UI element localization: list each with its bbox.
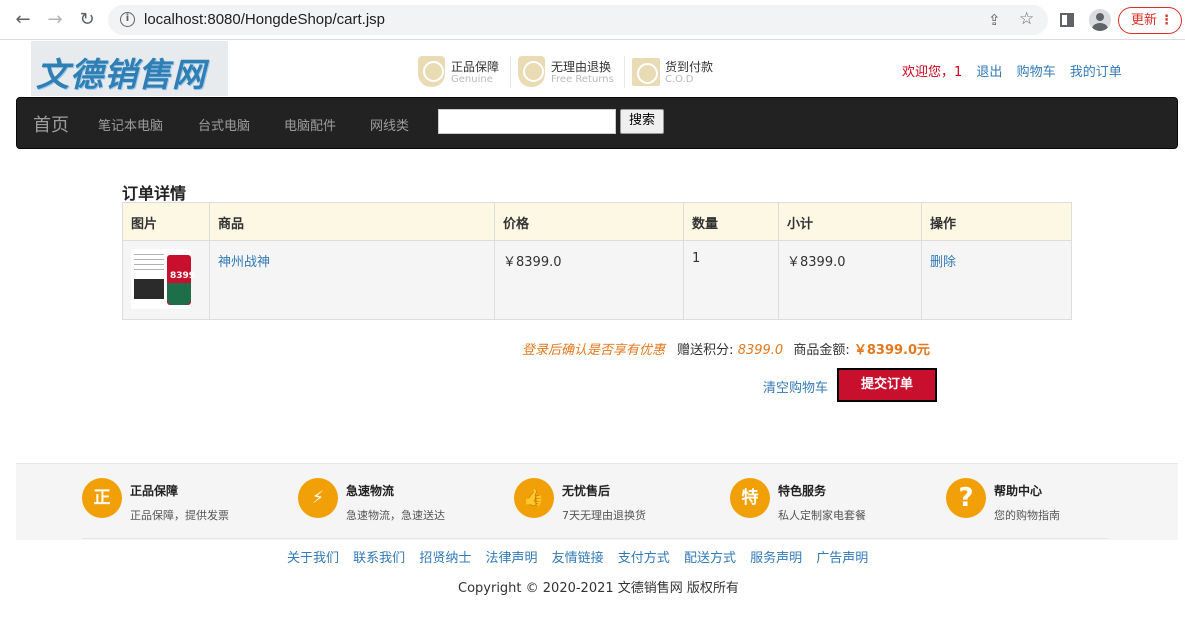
nav-item-desktops[interactable]: 台式电脑	[198, 115, 250, 134]
thumbs-up-icon: 👍	[514, 478, 554, 518]
table-row: 8399 神州战神 ￥8399.0 1 ￥8399.0 删除	[122, 240, 1072, 320]
update-label: 更新	[1131, 13, 1158, 28]
cart-table: 图片 商品 价格 数量 小计 操作 8399 神州战神 ￥8399.0 1 ￥8…	[122, 202, 1072, 320]
product-image-cell: 8399	[122, 240, 210, 320]
footer-link-careers[interactable]: 招贤纳士	[419, 551, 471, 566]
footer-link-about[interactable]: 关于我们	[287, 551, 339, 566]
logout-link[interactable]: 退出	[976, 65, 1002, 80]
promise-title: 无理由退换	[551, 60, 612, 74]
logo-text: 文德销售网	[36, 55, 206, 94]
update-button[interactable]: 更新 ⋮	[1118, 7, 1182, 34]
column-header-quantity: 数量	[683, 202, 779, 241]
feature-desc: 正品保障，提供发票	[130, 509, 229, 522]
cod-icon	[632, 58, 660, 86]
footer-link-delivery[interactable]: 配送方式	[684, 551, 736, 566]
promise-subtitle: Genuine	[451, 74, 493, 85]
order-summary: 登录后确认是否享有优惠 赠送积分: 8399.0 商品金额: ￥8399.0元	[522, 339, 930, 358]
genuine-icon: 正	[82, 478, 122, 518]
nav-item-cables[interactable]: 网线类	[370, 115, 409, 134]
column-header-price: 价格	[494, 202, 684, 241]
reload-icon[interactable]: ↻	[76, 10, 98, 32]
column-header-product: 商品	[209, 202, 495, 241]
search-button[interactable]: 搜索	[620, 109, 664, 134]
divider	[624, 56, 625, 88]
url-text[interactable]: localhost:8080/HongdeShop/cart.jsp	[144, 11, 385, 28]
promise-subtitle: Free Returns	[551, 74, 614, 85]
feature-desc: 急速物流，急速送达	[346, 509, 445, 522]
submit-order-button[interactable]: 提交订单	[837, 368, 937, 402]
search-input[interactable]	[438, 109, 616, 134]
forward-arrow-icon[interactable]: →	[44, 10, 66, 32]
feature-title: 正品保障	[130, 484, 179, 498]
column-header-subtotal: 小计	[778, 202, 922, 241]
service-features: 正 正品保障 正品保障，提供发票 ⚡ 急速物流 急速物流，急速送达 👍 无忧售后…	[16, 463, 1178, 540]
feature-desc: 私人定制家电套餐	[778, 509, 866, 522]
footer-link-service[interactable]: 服务声明	[750, 551, 802, 566]
footer-link-contact[interactable]: 联系我们	[353, 551, 405, 566]
bookmark-star-icon[interactable]: ☆	[1019, 9, 1034, 29]
footer-link-payment[interactable]: 支付方式	[618, 551, 670, 566]
copyright-text: Copyright © 2020-2021 文德销售网 版权所有	[458, 581, 739, 596]
product-link[interactable]: 神州战神	[218, 255, 270, 270]
address-bar[interactable]: i localhost:8080/HongdeShop/cart.jsp ⇪ ☆	[108, 5, 1048, 35]
subtotal-cell: ￥8399.0	[778, 240, 922, 320]
login-discount-note: 登录后确认是否享有优惠	[522, 343, 666, 358]
column-header-image: 图片	[122, 202, 210, 241]
amount-label: 商品金额:	[793, 343, 850, 358]
product-name-cell: 神州战神	[209, 240, 495, 320]
nav-home[interactable]: 首页	[33, 111, 69, 137]
footer-links: 关于我们 联系我们 招贤纳士 法律声明 友情链接 支付方式 配送方式 服务声明 …	[287, 547, 878, 566]
logistics-icon: ⚡	[298, 478, 338, 518]
page-title: 订单详情	[122, 184, 187, 203]
nav-item-laptops[interactable]: 笔记本电脑	[98, 115, 163, 134]
my-orders-link[interactable]: 我的订单	[1070, 65, 1122, 80]
quantity-cell: 1	[683, 240, 779, 320]
back-arrow-icon[interactable]: ←	[12, 10, 34, 32]
feature-desc: 您的购物指南	[994, 509, 1060, 522]
footer-link-legal[interactable]: 法律声明	[485, 551, 537, 566]
site-info-icon[interactable]: i	[120, 12, 135, 27]
clear-cart-link[interactable]: 清空购物车	[763, 377, 828, 396]
special-service-icon: 特	[730, 478, 770, 518]
feature-desc: 7天无理由退换货	[562, 509, 646, 522]
action-cell: 删除	[921, 240, 1072, 320]
thumbnail-price: 8399	[170, 271, 196, 281]
feature-title: 急速物流	[346, 484, 395, 498]
divider	[510, 56, 511, 88]
promise-title: 正品保障	[451, 60, 500, 74]
laptop-image	[134, 279, 164, 299]
product-thumbnail[interactable]: 8399	[131, 249, 195, 309]
share-icon[interactable]: ⇪	[988, 11, 1001, 29]
points-value: 8399.0	[737, 343, 784, 358]
delete-link[interactable]: 删除	[930, 255, 956, 270]
feature-title: 帮助中心	[994, 484, 1043, 498]
footer-link-friends[interactable]: 友情链接	[552, 551, 604, 566]
welcome-text: 欢迎您，1	[902, 65, 963, 80]
site-logo[interactable]: 文德销售网	[31, 41, 228, 96]
feature-title: 无忧售后	[562, 484, 611, 498]
table-header-row: 图片 商品 价格 数量 小计 操作	[122, 202, 1072, 241]
promise-title: 货到付款	[665, 60, 714, 74]
points-label: 赠送积分:	[677, 343, 734, 358]
nav-item-accessories[interactable]: 电脑配件	[284, 115, 336, 134]
profile-avatar-icon[interactable]	[1089, 9, 1111, 31]
main-navbar: 首页 笔记本电脑 台式电脑 电脑配件 网线类 搜索	[16, 97, 1178, 149]
promise-subtitle: C.O.D	[665, 74, 694, 85]
browser-toolbar: ← → ↻ i localhost:8080/HongdeShop/cart.j…	[0, 0, 1185, 40]
help-icon: ?	[946, 478, 986, 518]
amount-value: ￥8399.0元	[853, 343, 931, 358]
footer-link-ads[interactable]: 广告声明	[816, 551, 868, 566]
user-links: 欢迎您，1 退出 购物车 我的订单	[902, 61, 1132, 80]
column-header-action: 操作	[921, 202, 1072, 241]
feature-title: 特色服务	[778, 484, 827, 498]
divider	[82, 538, 1108, 539]
return-shield-icon	[518, 56, 545, 87]
side-panel-icon[interactable]	[1060, 13, 1074, 27]
genuine-shield-icon	[418, 56, 445, 87]
cart-link[interactable]: 购物车	[1017, 65, 1056, 80]
price-cell: ￥8399.0	[494, 240, 684, 320]
menu-dots-icon: ⋮	[1160, 13, 1173, 28]
